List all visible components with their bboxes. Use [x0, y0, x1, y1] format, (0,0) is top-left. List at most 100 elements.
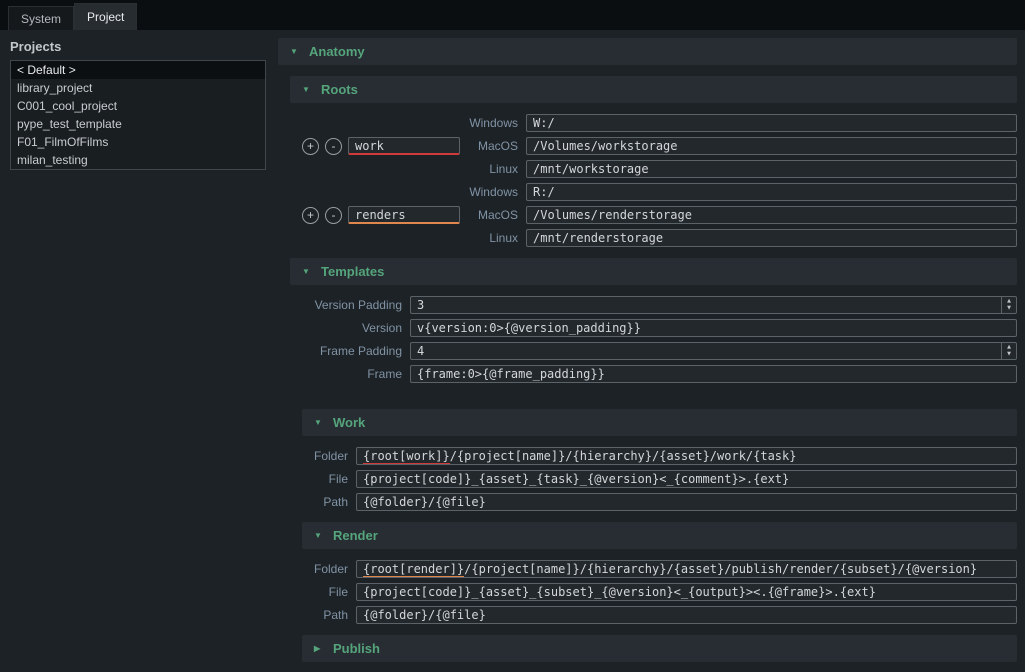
- projects-sidebar: Projects < Default > library_project C00…: [0, 30, 270, 672]
- add-root-button[interactable]: +: [302, 138, 319, 155]
- root-windows-value: W:/: [533, 116, 555, 130]
- chevron-down-icon: ▼: [314, 531, 324, 540]
- root-name-input[interactable]: work: [348, 137, 460, 155]
- frame-value: {frame:0>{@frame_padding}}: [417, 367, 605, 381]
- roots-section-header[interactable]: ▼ Roots: [290, 76, 1017, 103]
- work-file-value: {project[code]}_{asset}_{task}_{@version…: [363, 472, 789, 486]
- root-name-value: renders: [355, 208, 406, 222]
- root-linux-value: /mnt/renderstorage: [533, 231, 663, 245]
- section-publish: ▶ Publish: [302, 635, 1017, 662]
- templates-section-header[interactable]: ▼ Templates: [290, 258, 1017, 285]
- root-entry-paths: Windows R:/ MacOS /Volumes/renderstorage…: [468, 183, 1017, 247]
- root-entry-renders: + - renders Windows R:/: [302, 183, 1017, 247]
- project-list-item[interactable]: pype_test_template: [11, 115, 265, 133]
- path-label: Path: [302, 608, 348, 622]
- frame-label: Frame: [302, 367, 402, 381]
- root-macos-input[interactable]: /Volumes/renderstorage: [526, 206, 1017, 224]
- version-padding-input[interactable]: 3 ▲ ▼: [410, 296, 1017, 314]
- version-input[interactable]: v{version:0>{@version_padding}}: [410, 319, 1017, 337]
- render-file-input[interactable]: {project[code]}_{asset}_{subset}_{@versi…: [356, 583, 1017, 601]
- version-padding-value: 3: [417, 298, 424, 312]
- main-tabbar: System Project: [0, 0, 1025, 30]
- spin-down-icon[interactable]: ▼: [1007, 352, 1011, 357]
- add-root-button[interactable]: +: [302, 207, 319, 224]
- frame-padding-spinner[interactable]: ▲ ▼: [1001, 343, 1016, 359]
- project-list-item[interactable]: C001_cool_project: [11, 97, 265, 115]
- tab-project[interactable]: Project: [74, 3, 137, 30]
- work-file-input[interactable]: {project[code]}_{asset}_{task}_{@version…: [356, 470, 1017, 488]
- work-folder-rest: /{project[name]}/{hierarchy}/{asset}/wor…: [450, 449, 797, 463]
- chevron-down-icon: ▼: [314, 418, 324, 427]
- path-label: Path: [302, 495, 348, 509]
- folder-label: Folder: [302, 449, 348, 463]
- root-entry-controls: + - renders: [302, 206, 468, 224]
- chevron-right-icon: ▶: [314, 644, 324, 653]
- root-entry-controls: + - work: [302, 137, 468, 155]
- project-list-item[interactable]: F01_FilmOfFilms: [11, 133, 265, 151]
- macos-label: MacOS: [468, 139, 518, 153]
- version-label: Version: [302, 321, 402, 335]
- render-section-title: Render: [333, 528, 378, 543]
- root-linux-input[interactable]: /mnt/renderstorage: [526, 229, 1017, 247]
- work-path-value: {@folder}/{@file}: [363, 495, 486, 509]
- projects-title: Projects: [10, 39, 270, 54]
- macos-label: MacOS: [468, 208, 518, 222]
- render-path-input[interactable]: {@folder}/{@file}: [356, 606, 1017, 624]
- root-windows-value: R:/: [533, 185, 555, 199]
- root-windows-input[interactable]: R:/: [526, 183, 1017, 201]
- root-linux-value: /mnt/workstorage: [533, 162, 649, 176]
- chevron-down-icon: ▼: [302, 267, 312, 276]
- root-reference: {root[work]}: [363, 449, 450, 465]
- frame-padding-value: 4: [417, 344, 424, 358]
- render-folder-input[interactable]: {root[render]}/{project[name]}/{hierarch…: [356, 560, 1017, 578]
- root-entry-work: + - work Windows W:/: [302, 114, 1017, 178]
- linux-label: Linux: [468, 231, 518, 245]
- render-section-header[interactable]: ▼ Render: [302, 522, 1017, 549]
- windows-label: Windows: [468, 116, 518, 130]
- version-padding-spinner[interactable]: ▲ ▼: [1001, 297, 1016, 313]
- root-macos-input[interactable]: /Volumes/workstorage: [526, 137, 1017, 155]
- work-path-input[interactable]: {@folder}/{@file}: [356, 493, 1017, 511]
- project-list: < Default > library_project C001_cool_pr…: [10, 60, 266, 170]
- project-list-item[interactable]: library_project: [11, 79, 265, 97]
- render-file-value: {project[code]}_{asset}_{subset}_{@versi…: [363, 585, 876, 599]
- version-padding-label: Version Padding: [302, 298, 402, 312]
- spin-up-icon[interactable]: ▲: [1007, 345, 1011, 350]
- spin-down-icon[interactable]: ▼: [1007, 306, 1011, 311]
- tab-system[interactable]: System: [8, 6, 74, 30]
- frame-input[interactable]: {frame:0>{@frame_padding}}: [410, 365, 1017, 383]
- roots-section-title: Roots: [321, 82, 358, 97]
- root-reference: {root[render]}: [363, 562, 464, 578]
- root-linux-input[interactable]: /mnt/workstorage: [526, 160, 1017, 178]
- remove-root-button[interactable]: -: [325, 138, 342, 155]
- project-list-item[interactable]: < Default >: [11, 61, 265, 79]
- chevron-down-icon: ▼: [302, 85, 312, 94]
- templates-section-title: Templates: [321, 264, 384, 279]
- remove-root-button[interactable]: -: [325, 207, 342, 224]
- work-section-title: Work: [333, 415, 365, 430]
- publish-section-title: Publish: [333, 641, 380, 656]
- folder-label: Folder: [302, 562, 348, 576]
- project-list-item[interactable]: milan_testing: [11, 151, 265, 169]
- frame-padding-label: Frame Padding: [302, 344, 402, 358]
- frame-padding-input[interactable]: 4 ▲ ▼: [410, 342, 1017, 360]
- section-anatomy: ▼ Anatomy ▼ Roots + -: [278, 38, 1017, 662]
- root-name-input[interactable]: renders: [348, 206, 460, 224]
- section-work: ▼ Work Folder {root[work]}/{project[name…: [302, 409, 1017, 511]
- chevron-down-icon: ▼: [290, 47, 300, 56]
- file-label: File: [302, 585, 348, 599]
- root-windows-input[interactable]: W:/: [526, 114, 1017, 132]
- window-content: Projects < Default > library_project C00…: [0, 30, 1025, 672]
- version-value: v{version:0>{@version_padding}}: [417, 321, 641, 335]
- work-section-header[interactable]: ▼ Work: [302, 409, 1017, 436]
- section-render: ▼ Render Folder {root[render]}/{project[…: [302, 522, 1017, 624]
- anatomy-section-title: Anatomy: [309, 44, 365, 59]
- settings-panel: ▼ Anatomy ▼ Roots + -: [270, 30, 1025, 672]
- anatomy-section-header[interactable]: ▼ Anatomy: [278, 38, 1017, 65]
- section-roots: ▼ Roots + - work: [290, 76, 1017, 247]
- spin-up-icon[interactable]: ▲: [1007, 299, 1011, 304]
- linux-label: Linux: [468, 162, 518, 176]
- publish-section-header[interactable]: ▶ Publish: [302, 635, 1017, 662]
- work-folder-input[interactable]: {root[work]}/{project[name]}/{hierarchy}…: [356, 447, 1017, 465]
- section-templates: ▼ Templates Version Padding 3 ▲ ▼: [290, 258, 1017, 662]
